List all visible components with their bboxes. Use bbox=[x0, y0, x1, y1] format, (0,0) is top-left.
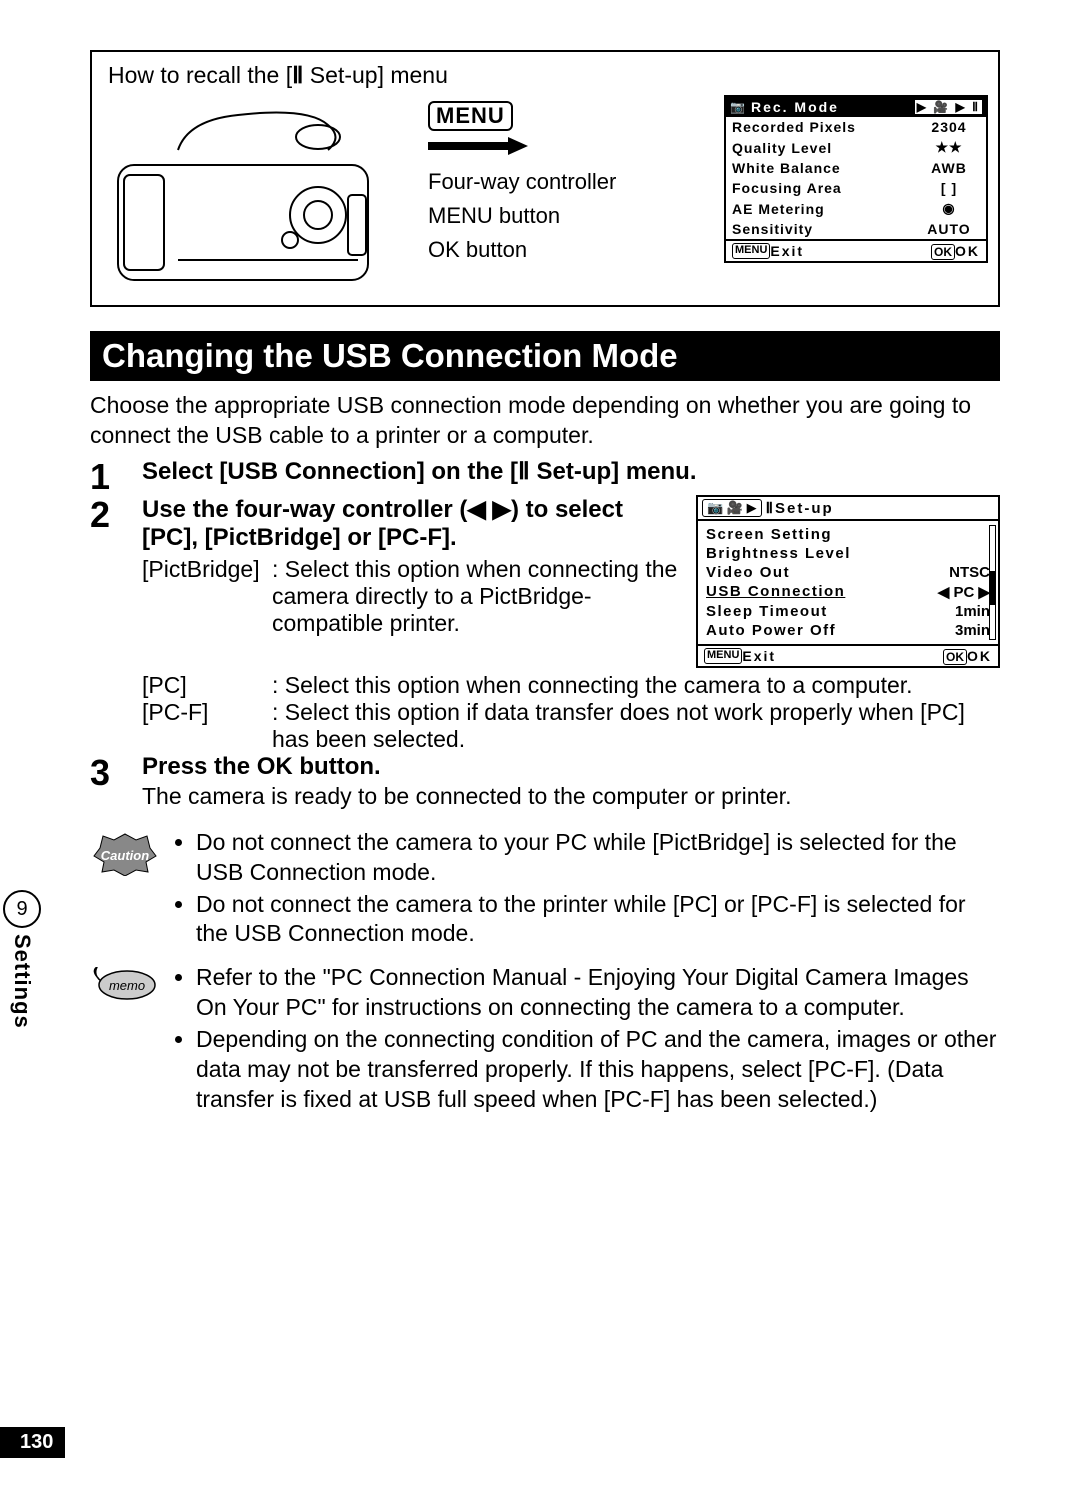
camera-illustration bbox=[108, 95, 408, 295]
lcd1-title: Rec. Mode bbox=[751, 99, 839, 115]
step-2-title: Use the four-way controller (◀ ▶) to sel… bbox=[142, 495, 680, 552]
lcd2-exit: Exit bbox=[742, 648, 776, 664]
lcd1-r0v: 2304 bbox=[912, 117, 986, 137]
scrollbar bbox=[989, 525, 996, 640]
caution-icon: Caution bbox=[90, 828, 160, 952]
opt-pictbridge-val: : Select this option when connecting the… bbox=[272, 556, 680, 637]
memo-b1: Refer to the "PC Connection Manual - Enj… bbox=[196, 963, 1000, 1023]
page-number: 130 bbox=[0, 1427, 65, 1458]
lcd2-setup: Set-up bbox=[775, 500, 834, 517]
lcd1-tabs: ▶ 🎥 ▶ Ⅱ bbox=[915, 100, 982, 114]
lcd2-ok: OK bbox=[967, 648, 992, 664]
svg-text:memo: memo bbox=[109, 978, 145, 993]
menu-small-badge: MENU bbox=[732, 243, 770, 259]
step-3-num: 3 bbox=[90, 753, 124, 810]
lcd1-r2k: White Balance bbox=[726, 158, 912, 178]
memo-icon: memo bbox=[90, 963, 160, 1116]
opt-pc-val: : Select this option when connecting the… bbox=[272, 672, 1000, 699]
lcd1-r0k: Recorded Pixels bbox=[726, 117, 912, 137]
lcd2-auto: Auto Power Off bbox=[706, 622, 836, 639]
label-menu-button: MENU button bbox=[428, 199, 616, 233]
lcd2-sleep-v: 1min bbox=[955, 603, 990, 620]
opt-pcf-val: : Select this option if data transfer do… bbox=[272, 699, 1000, 753]
step-1: 1 Select [USB Connection] on the [Ⅱ Set-… bbox=[90, 457, 1000, 495]
tools-icon-2: Ⅱ bbox=[518, 457, 530, 486]
step1-title-post: Set-up] menu. bbox=[530, 458, 697, 485]
options-table: [PictBridge] : Select this option when c… bbox=[142, 556, 680, 637]
lcd2-sleep: Sleep Timeout bbox=[706, 603, 828, 620]
ok-badge: OK bbox=[931, 244, 955, 260]
lcd1-r3k: Focusing Area bbox=[726, 178, 912, 198]
lcd2-tabs: 📷 🎥 ▶ bbox=[702, 499, 762, 517]
step-3: 3 Press the OK button. The camera is rea… bbox=[90, 753, 1000, 810]
label-ok-button: OK button bbox=[428, 233, 616, 267]
arrow-right-icon bbox=[428, 137, 528, 155]
intro-text: Choose the appropriate USB connection mo… bbox=[90, 391, 1000, 451]
lcd1-r4v: ◉ bbox=[912, 198, 986, 219]
caution-b2: Do not connect the camera to the printer… bbox=[196, 890, 1000, 950]
lcd1-ok: OK bbox=[955, 243, 980, 259]
section-heading: Changing the USB Connection Mode bbox=[90, 331, 1000, 381]
lcd1-r1v: ★★ bbox=[912, 137, 986, 158]
recall-title-post: Set-up] menu bbox=[303, 62, 447, 88]
lcd2-usb-v: ◀ PC ▶ bbox=[938, 583, 990, 601]
lcd2-video: Video Out bbox=[706, 564, 790, 581]
opt-pictbridge-key: [PictBridge] bbox=[142, 556, 272, 637]
step-1-title: Select [USB Connection] on the [Ⅱ Set-up… bbox=[142, 457, 1000, 486]
chapter-num: 9 bbox=[3, 890, 41, 928]
lcd1-r5k: Sensitivity bbox=[726, 219, 912, 239]
menu-small-badge-2: MENU bbox=[704, 648, 742, 664]
options-table-2: [PC] : Select this option when connectin… bbox=[142, 672, 1000, 753]
chapter-tab: 9 Settings bbox=[0, 890, 44, 1029]
lcd-rec-mode: 📷 Rec. Mode ▶ 🎥 ▶ Ⅱ Recorded Pixels2304 … bbox=[724, 95, 988, 263]
lcd2-video-v: NTSC bbox=[949, 564, 990, 581]
lcd2-bright: Brightness Level bbox=[706, 545, 851, 562]
lcd1-r1k: Quality Level bbox=[726, 137, 912, 158]
lcd1-r4k: AE Metering bbox=[726, 198, 912, 219]
lcd2-screen: Screen Setting bbox=[706, 526, 832, 543]
svg-text:Caution: Caution bbox=[101, 848, 149, 863]
lcd1-table: Recorded Pixels2304 Quality Level★★ Whit… bbox=[726, 117, 986, 239]
step-2: 2 Use the four-way controller (◀ ▶) to s… bbox=[90, 495, 1000, 753]
lcd2-auto-v: 3min bbox=[955, 622, 990, 639]
step-2-num: 2 bbox=[90, 495, 124, 753]
lcd1-exit: Exit bbox=[770, 243, 804, 259]
step-1-num: 1 bbox=[90, 457, 124, 495]
recall-title-pre: How to recall the [ bbox=[108, 62, 292, 88]
opt-pc-key: [PC] bbox=[142, 672, 272, 699]
ok-badge-2: OK bbox=[943, 649, 967, 665]
tools-icon: Ⅱ bbox=[292, 62, 303, 89]
menu-badge: MENU bbox=[428, 101, 513, 131]
step-3-title: Press the OK button. bbox=[142, 753, 1000, 781]
lcd1-r2v: AWB bbox=[912, 158, 986, 178]
lcd2-usb: USB Connection bbox=[706, 583, 845, 601]
chapter-label: Settings bbox=[9, 934, 35, 1029]
camera-icon: 📷 bbox=[730, 100, 747, 114]
step-3-body: The camera is ready to be connected to t… bbox=[142, 783, 1000, 810]
label-fourway: Four-way controller bbox=[428, 165, 616, 199]
caution-b1: Do not connect the camera to your PC whi… bbox=[196, 828, 1000, 888]
memo-note: memo Refer to the "PC Connection Manual … bbox=[90, 963, 1000, 1116]
lcd1-r3v: [ ] bbox=[912, 178, 986, 198]
recall-title: How to recall the [Ⅱ Set-up] menu bbox=[108, 62, 988, 89]
opt-pcf-key: [PC-F] bbox=[142, 699, 272, 753]
lcd-setup: 📷 🎥 ▶ ⅡSet-up Screen Setting Brightness … bbox=[696, 495, 1000, 668]
recall-setup-box: How to recall the [Ⅱ Set-up] menu bbox=[90, 50, 1000, 307]
callout-labels: MENU Four-way controller MENU button OK … bbox=[428, 101, 616, 267]
step1-title-pre: Select [USB Connection] on the [ bbox=[142, 458, 518, 485]
caution-note: Caution Do not connect the camera to you… bbox=[90, 828, 1000, 952]
memo-b2: Depending on the connecting condition of… bbox=[196, 1025, 1000, 1115]
tools-icon-3: Ⅱ bbox=[766, 499, 775, 517]
lcd1-r5v: AUTO bbox=[912, 219, 986, 239]
